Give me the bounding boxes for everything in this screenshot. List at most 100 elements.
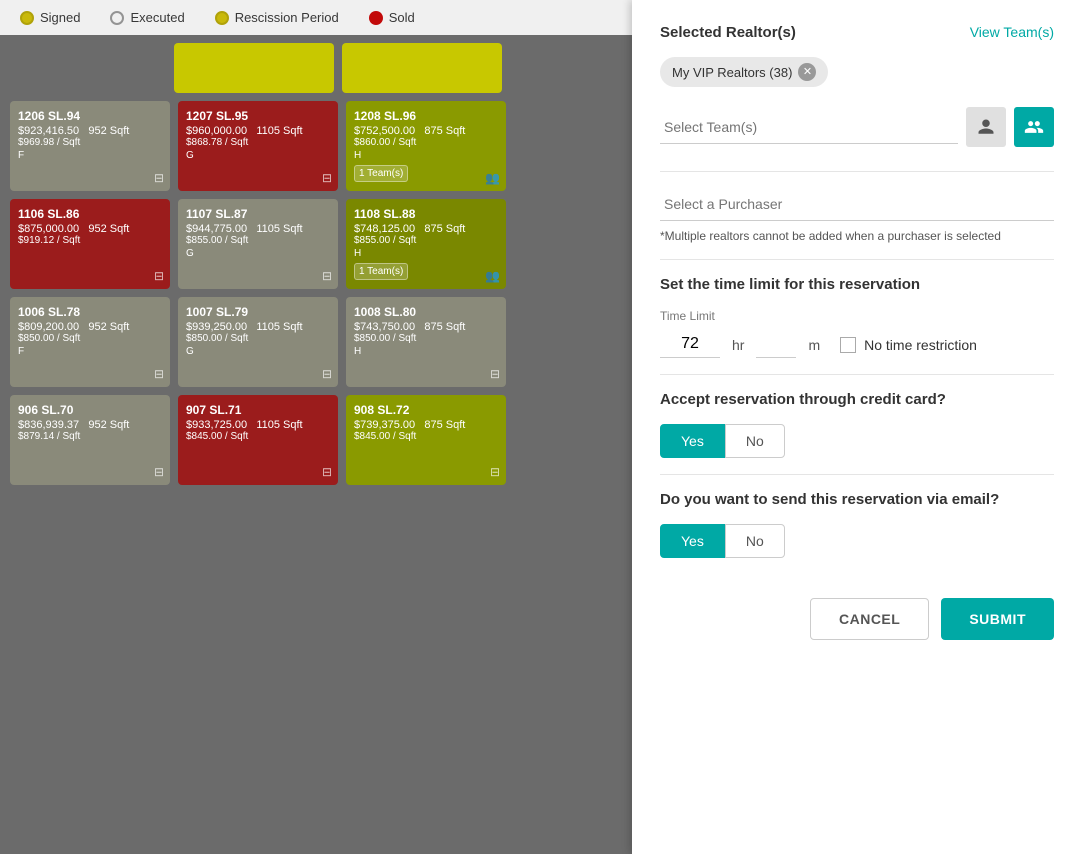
unit-psf: $868.78 / Sqft [186, 137, 330, 148]
unit-1208[interactable]: 1208 SL.96 $752,500.00 875 Sqft $860.00 … [346, 101, 506, 191]
unit-1108[interactable]: 1108 SL.88 $748,125.00 875 Sqft $855.00 … [346, 199, 506, 289]
unit-psf: $919.12 / Sqft [18, 235, 162, 246]
executed-dot [110, 11, 124, 25]
email-toggle: Yes No [660, 524, 1054, 558]
unit-floor: G [186, 248, 330, 259]
left-panel: Signed Executed Rescission Period Sold 1… [0, 0, 632, 854]
unit-psf: $845.00 / Sqft [186, 431, 330, 442]
purchaser-input[interactable] [660, 188, 1054, 221]
team-icon: 👥 [485, 269, 500, 283]
unit-id: 907 SL.71 [186, 403, 330, 417]
credit-card-yes-button[interactable]: Yes [660, 424, 725, 458]
card-icon: ⊟ [490, 465, 500, 479]
unit-psf: $850.00 / Sqft [18, 333, 162, 344]
time-hr-input[interactable] [660, 331, 720, 358]
unit-psf: $855.00 / Sqft [354, 235, 498, 246]
unit-floor: H [354, 150, 498, 161]
unit-price: $739,375.00 875 Sqft [354, 419, 498, 431]
status-bar: Signed Executed Rescission Period Sold [0, 0, 632, 35]
person-icon-button[interactable] [966, 107, 1006, 147]
card-icon: ⊟ [154, 465, 164, 479]
chip-label: My VIP Realtors (38) [672, 65, 792, 80]
card-icon: ⊟ [322, 171, 332, 185]
card-icon: ⊟ [154, 171, 164, 185]
unit-907[interactable]: 907 SL.71 $933,725.00 1105 Sqft $845.00 … [178, 395, 338, 485]
team-icon-button[interactable] [1014, 107, 1054, 147]
unit-price: $809,200.00 952 Sqft [18, 321, 162, 333]
unit-psf: $850.00 / Sqft [354, 333, 498, 344]
signed-label: Signed [40, 10, 80, 25]
credit-card-heading: Accept reservation through credit card? [660, 391, 1054, 408]
cancel-button[interactable]: CANCEL [810, 598, 929, 640]
divider-2 [660, 259, 1054, 260]
status-rescission: Rescission Period [215, 10, 339, 25]
card-icon: ⊟ [322, 465, 332, 479]
unit-floor: H [354, 248, 498, 259]
credit-card-toggle: Yes No [660, 424, 1054, 458]
unit-price: $836,939.37 952 Sqft [18, 419, 162, 431]
unit-id: 908 SL.72 [354, 403, 498, 417]
time-limit-label: Time Limit [660, 309, 1054, 323]
card-icon: ⊟ [490, 367, 500, 381]
unit-price: $748,125.00 875 Sqft [354, 223, 498, 235]
unit-1207[interactable]: 1207 SL.95 $960,000.00 1105 Sqft $868.78… [178, 101, 338, 191]
team-icon: 👥 [485, 171, 500, 185]
no-restriction-row: No time restriction [840, 337, 977, 353]
chip-close-button[interactable]: ✕ [798, 63, 816, 81]
email-no-button[interactable]: No [725, 524, 785, 558]
unit-1106[interactable]: 1106 SL.86 $875,000.00 952 Sqft $919.12 … [10, 199, 170, 289]
divider-4 [660, 474, 1054, 475]
team-select-input[interactable] [660, 111, 958, 144]
unit-1107[interactable]: 1107 SL.87 $944,775.00 1105 Sqft $855.00… [178, 199, 338, 289]
card-icon: ⊟ [322, 367, 332, 381]
unit-id: 1108 SL.88 [354, 207, 498, 221]
unit-1008[interactable]: 1008 SL.80 $743,750.00 875 Sqft $850.00 … [346, 297, 506, 387]
unit-price: $933,725.00 1105 Sqft [186, 419, 330, 431]
unit-1007[interactable]: 1007 SL.79 $939,250.00 1105 Sqft $850.00… [178, 297, 338, 387]
email-yes-button[interactable]: Yes [660, 524, 725, 558]
card-icon: ⊟ [154, 367, 164, 381]
unit-id: 1006 SL.78 [18, 305, 162, 319]
unit-1206[interactable]: 1206 SL.94 $923,416.50 952 Sqft $969.98 … [10, 101, 170, 191]
time-limit-heading: Set the time limit for this reservation [660, 276, 1054, 293]
unit-psf: $969.98 / Sqft [18, 137, 162, 148]
time-limit-section: Set the time limit for this reservation … [660, 276, 1054, 358]
unit-floor: G [186, 150, 330, 161]
chip-container: My VIP Realtors (38) ✕ [660, 57, 1054, 87]
unit-id: 1207 SL.95 [186, 109, 330, 123]
realtor-chip: My VIP Realtors (38) ✕ [660, 57, 828, 87]
purchaser-note: *Multiple realtors cannot be added when … [660, 229, 1054, 243]
right-panel: Selected Realtor(s) View Team(s) My VIP … [632, 0, 1082, 854]
unit-id: 1007 SL.79 [186, 305, 330, 319]
unit-id: 1107 SL.87 [186, 207, 330, 221]
unit-price: $960,000.00 1105 Sqft [186, 125, 330, 137]
view-team-link[interactable]: View Team(s) [970, 24, 1054, 40]
unit-psf: $845.00 / Sqft [354, 431, 498, 442]
unit-id: 1106 SL.86 [18, 207, 162, 221]
rescission-label: Rescission Period [235, 10, 339, 25]
time-min-input[interactable] [756, 331, 796, 358]
unit-price: $752,500.00 875 Sqft [354, 125, 498, 137]
right-panel-header: Selected Realtor(s) View Team(s) [660, 24, 1054, 41]
rescission-dot [215, 11, 229, 25]
time-limit-row: hr m No time restriction [660, 331, 1054, 358]
unit-906[interactable]: 906 SL.70 $836,939.37 952 Sqft $879.14 /… [10, 395, 170, 485]
email-heading: Do you want to send this reservation via… [660, 491, 1054, 508]
unit-908[interactable]: 908 SL.72 $739,375.00 875 Sqft $845.00 /… [346, 395, 506, 485]
team-icon [1024, 117, 1044, 137]
unit-price: $939,250.00 1105 Sqft [186, 321, 330, 333]
sold-dot [369, 11, 383, 25]
no-restriction-checkbox[interactable] [840, 337, 856, 353]
unit-floor: F [18, 150, 162, 161]
no-restriction-label: No time restriction [864, 337, 977, 353]
m-unit: m [808, 337, 820, 353]
submit-button[interactable]: SUBMIT [941, 598, 1054, 640]
credit-card-no-button[interactable]: No [725, 424, 785, 458]
unit-psf: $850.00 / Sqft [186, 333, 330, 344]
team-badge: 1 Team(s) [354, 263, 408, 280]
unit-id: 1208 SL.96 [354, 109, 498, 123]
unit-1006[interactable]: 1006 SL.78 $809,200.00 952 Sqft $850.00 … [10, 297, 170, 387]
team-badge: 1 Team(s) [354, 165, 408, 182]
unit-id: 906 SL.70 [18, 403, 162, 417]
unit-floor: G [186, 346, 330, 357]
